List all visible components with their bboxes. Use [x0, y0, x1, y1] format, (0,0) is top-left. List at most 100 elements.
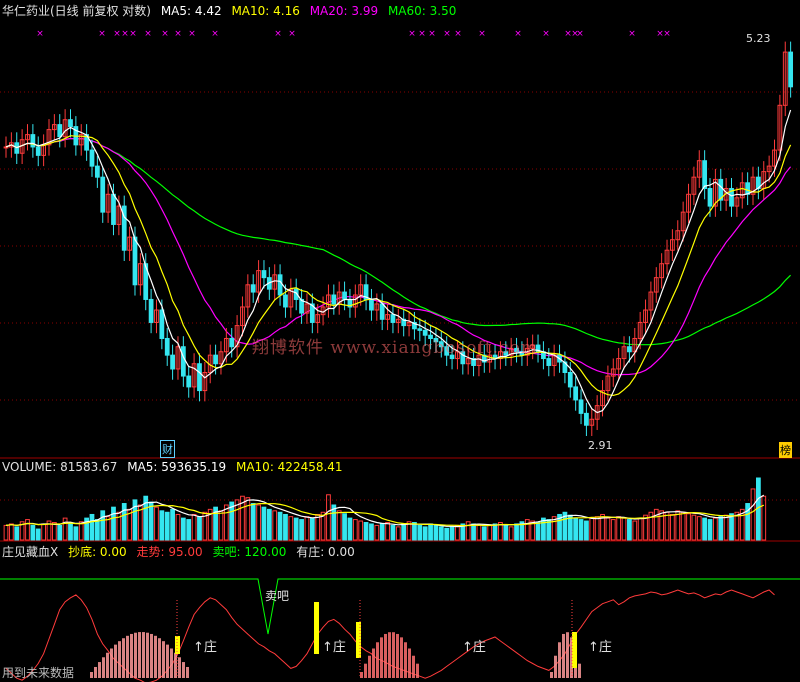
- candle-body: [788, 51, 794, 88]
- zhuang-bar: [368, 655, 371, 678]
- price-header: 华仁药业(日线 前复权 对数) MA5: 4.42 MA10: 4.16 MA2…: [2, 2, 462, 19]
- zhuang-label-2: ↑庄: [322, 640, 346, 655]
- volume-bar: [159, 510, 165, 541]
- zhuang-bar: [554, 655, 557, 678]
- signal-x-mark: ×: [129, 29, 137, 39]
- volume-bar: [594, 516, 600, 541]
- volume-bar: [57, 524, 63, 541]
- indicator-panel: [0, 578, 800, 682]
- volume-bar: [379, 523, 385, 541]
- candle-body: [283, 294, 288, 308]
- volume-bar: [315, 513, 321, 541]
- footer-note: 用到未来数据: [2, 666, 75, 680]
- zhuang-bar: [166, 644, 169, 678]
- volume-bar: [535, 521, 541, 541]
- signal-x-mark: ×: [576, 29, 584, 39]
- candle-body: [111, 193, 116, 225]
- candle-body: [186, 375, 192, 388]
- candle-body: [89, 149, 95, 167]
- zhuang-bar: [182, 662, 185, 678]
- zhuang-bar: [122, 638, 125, 678]
- volume-bar: [272, 510, 278, 541]
- volume-bar: [326, 494, 331, 541]
- volume-bar: [438, 526, 444, 541]
- zhuang-bar: [90, 672, 93, 678]
- volume-bar: [584, 520, 589, 541]
- zhuang-bar: [388, 632, 391, 678]
- zhuang-bar: [376, 642, 379, 678]
- ma5-path: [5, 109, 792, 414]
- candle-body: [573, 386, 579, 401]
- volume-bar: [35, 528, 41, 541]
- volume-bar: [68, 523, 73, 541]
- volume-bar: [471, 523, 476, 541]
- candle-body: [159, 309, 165, 339]
- candle-body: [170, 354, 175, 370]
- indicator-name: 庄见藏血X: [2, 545, 59, 559]
- zhuang-label-4: ↑庄: [588, 640, 612, 655]
- zhuang-label-1: ↑庄: [193, 640, 217, 655]
- volume-bar: [250, 503, 256, 541]
- candle-body: [213, 354, 218, 365]
- volume-bar: [331, 504, 337, 541]
- zhuang-bar: [178, 657, 181, 678]
- signal-x-mark: ×: [121, 29, 129, 39]
- volume-bar: [41, 523, 46, 541]
- zhuang-bar: [154, 635, 157, 678]
- candle-body: [546, 358, 552, 366]
- zhuang-bar: [102, 657, 105, 678]
- yellow-signal-bar: [314, 602, 319, 654]
- volume-bar: [428, 523, 433, 541]
- candle-body: [390, 314, 396, 323]
- signal-x-mark: ×: [443, 29, 451, 39]
- volume-bar: [191, 513, 197, 541]
- candle-body: [379, 303, 385, 320]
- volume-bar: [476, 524, 482, 541]
- volume-bar: [352, 519, 358, 541]
- yellow-signal-bar: [572, 632, 577, 668]
- maiba-readout: 卖吧: 120.00: [212, 545, 287, 559]
- volume-bar: [111, 506, 116, 541]
- volume-header: VOLUME: 81583.67 MA5: 593635.19 MA10: 42…: [2, 460, 349, 474]
- bang-tag: 榜: [779, 442, 792, 458]
- volume-bar: [30, 524, 36, 541]
- volume-bar: [369, 523, 374, 541]
- volume-bar: [632, 520, 638, 541]
- volume-bar: [342, 513, 347, 541]
- volume-bar: [605, 517, 611, 541]
- zhuang-label-3: ↑庄: [462, 640, 486, 655]
- candle-body: [261, 270, 267, 279]
- volume-bar: [417, 524, 423, 541]
- zhuang-bar: [416, 663, 419, 678]
- volume-bar: [304, 516, 310, 541]
- candle-body: [567, 372, 573, 388]
- volume-bar: [277, 511, 283, 541]
- candle-body: [132, 236, 138, 286]
- volume-bar: [481, 526, 487, 541]
- ma10-readout: MA10: 4.16: [231, 4, 300, 18]
- candle-body: [250, 284, 256, 293]
- zhuang-bar: [392, 632, 395, 678]
- zhuang-bar: [126, 635, 129, 678]
- volume-bar: [578, 519, 584, 541]
- zhuang-bar: [550, 672, 553, 678]
- youzhuang-readout: 有庄: 0.00: [296, 545, 355, 559]
- zhuang-bar: [138, 632, 141, 678]
- volume-bar: [653, 508, 659, 541]
- vol-ma5-readout: MA5: 593635.19: [127, 460, 227, 474]
- volume-bar: [154, 506, 159, 541]
- volume-bar: [723, 514, 729, 541]
- candle-body: [30, 134, 36, 148]
- volume-bar: [433, 524, 439, 541]
- signal-x-mark: ×: [454, 29, 462, 39]
- candle-body: [164, 337, 170, 356]
- zhuang-bar: [130, 633, 133, 678]
- volume-bar: [245, 497, 251, 541]
- zhuang-bar: [134, 632, 137, 678]
- volume-bar: [449, 526, 455, 541]
- zhuang-bar: [106, 652, 109, 678]
- signal-x-mark: ×: [542, 29, 550, 39]
- candle-body: [197, 363, 202, 392]
- zhuang-bar: [110, 648, 113, 678]
- candle-body: [707, 188, 713, 207]
